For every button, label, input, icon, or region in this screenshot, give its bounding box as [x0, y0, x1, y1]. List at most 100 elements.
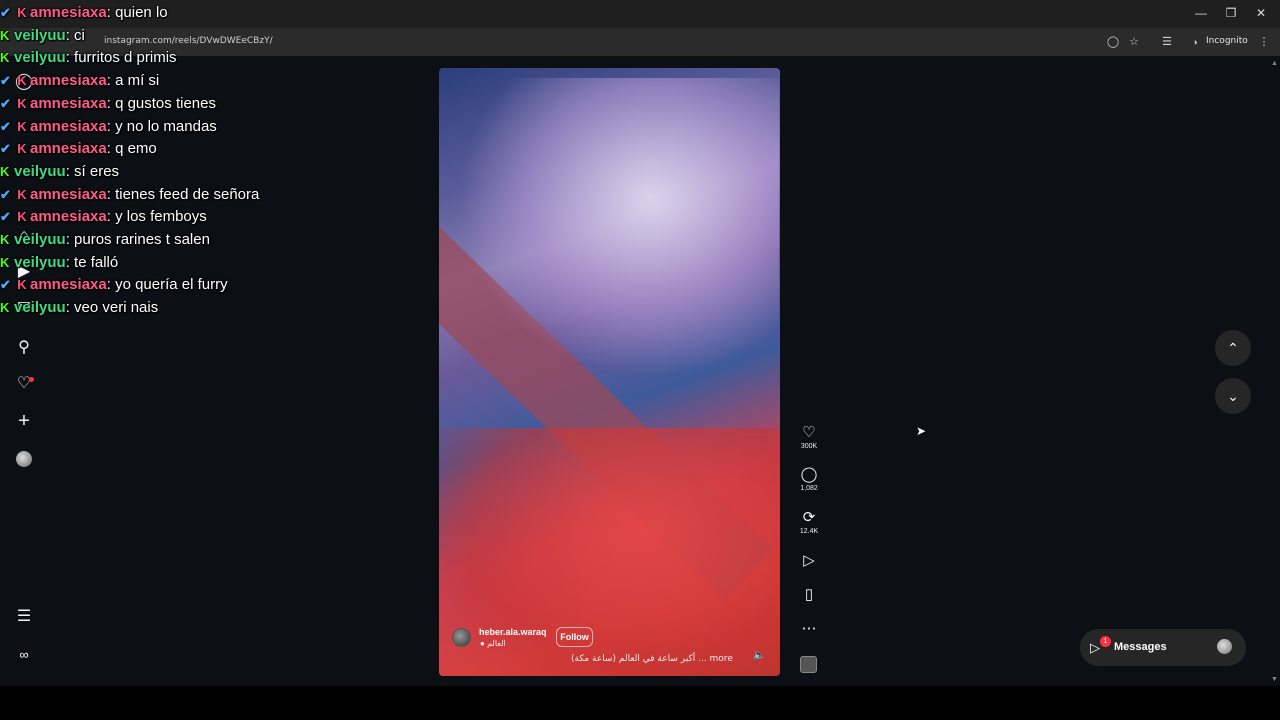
chat-message: ✔ Kamnesiaxa: y no lo mandas	[0, 116, 280, 139]
subscriber-badge-icon: K	[17, 95, 27, 111]
reel-author-username[interactable]: heber.ala.waraq	[479, 627, 547, 637]
chat-username: amnesiaxa	[30, 208, 107, 226]
chat-username: veilyuu	[14, 26, 66, 44]
taskbar	[0, 686, 1280, 720]
repost-action[interactable]: ⟳ 12.4K	[797, 509, 821, 537]
chat-message: Kveilyuu: puros rarines t salen	[0, 229, 280, 252]
chat-username: amnesiaxa	[30, 94, 107, 112]
comment-icon: ◯	[800, 466, 818, 483]
chat-text: : a mí si	[106, 72, 160, 90]
verified-badge-icon: ✔	[0, 141, 11, 157]
heart-icon: ♡	[802, 424, 816, 441]
chat-text: : y los femboys	[106, 208, 207, 226]
chat-username: veilyuu	[14, 49, 66, 67]
subscriber-badge-icon: K	[17, 5, 27, 20]
chat-message: Kveilyuu: ci	[0, 25, 280, 48]
follow-button[interactable]: Follow	[556, 627, 593, 647]
eye-off-icon[interactable]: ◯	[1105, 34, 1121, 50]
kick-badge-icon: K	[0, 50, 10, 66]
kebab-menu-icon[interactable]: ⋮	[1256, 34, 1272, 50]
reel-location[interactable]: ● العالم	[480, 639, 506, 648]
comment-action[interactable]: ◯ 1,082	[797, 466, 821, 494]
chat-username: veilyuu	[14, 231, 66, 249]
verified-badge-icon: ✔	[0, 209, 11, 225]
chat-message: Kveilyuu: te falló	[0, 252, 280, 275]
chat-username: veilyuu	[14, 253, 66, 271]
previous-reel-button[interactable]: ⌃	[1215, 330, 1251, 366]
subscriber-badge-icon: K	[17, 118, 27, 134]
chat-username: amnesiaxa	[30, 117, 107, 135]
subscriber-badge-icon: K	[17, 73, 27, 89]
chat-message: ✔ Kamnesiaxa: a mí si	[0, 70, 280, 93]
reel-caption[interactable]: أكبر ساعة في العالم (ساعة مكة) ... more	[571, 654, 733, 664]
kick-badge-icon: K	[0, 27, 10, 43]
chat-text: : yo quería el furry	[106, 276, 228, 294]
location-pin-icon: ●	[480, 639, 488, 648]
audio-thumbnail[interactable]	[800, 656, 817, 673]
bookmark-icon: ▯	[804, 586, 814, 603]
search-icon[interactable]: ⚲	[14, 338, 34, 358]
chat-text: : veo veri nais	[65, 299, 159, 317]
chevron-down-icon: ⌄	[1227, 388, 1239, 404]
chat-text: : puros rarines t salen	[65, 231, 210, 249]
chat-username: veilyuu	[14, 299, 66, 317]
star-icon[interactable]: ☆	[1126, 34, 1142, 50]
page-scrollbar[interactable]	[1269, 56, 1280, 686]
more-options[interactable]: ⋯	[797, 620, 821, 638]
meta-icon[interactable]: ∞	[14, 645, 34, 665]
incognito-icon: ◑	[1192, 37, 1198, 47]
chat-message: Kveilyuu: veo veri nais	[0, 297, 280, 320]
profile-avatar[interactable]	[16, 451, 32, 467]
chat-message: ✔ Kamnesiaxa: q gustos tienes	[0, 93, 280, 116]
chat-message: ✔ Kamnesiaxa: yo quería el furry	[0, 274, 280, 297]
chat-message: ✔ Kamnesiaxa: quien lo	[0, 2, 280, 25]
verified-badge-icon: ✔	[0, 73, 11, 89]
chat-username: amnesiaxa	[30, 140, 107, 158]
share-icon: ▷	[803, 552, 815, 569]
repost-icon: ⟳	[802, 509, 816, 526]
create-icon[interactable]: +	[14, 411, 34, 431]
chat-message: ✔ Kamnesiaxa: tienes feed de señora	[0, 184, 280, 207]
subscriber-badge-icon: K	[17, 186, 27, 202]
repost-count: 12.4K	[799, 528, 819, 535]
subscriber-badge-icon: K	[17, 209, 27, 225]
close-icon[interactable]: ✕	[1253, 5, 1269, 21]
chat-text: : quien lo	[106, 4, 168, 21]
desktop-screen: — ❐ ✕ instagram.com/reels/DVwDWEeCBzY/ ◯…	[0, 0, 1280, 686]
restore-icon[interactable]: ❐	[1223, 5, 1239, 21]
chat-username: amnesiaxa	[30, 276, 107, 294]
verified-badge-icon: ✔	[0, 277, 11, 293]
chat-username: amnesiaxa	[30, 4, 107, 21]
kick-badge-icon: K	[0, 254, 10, 270]
reel-video[interactable]	[439, 68, 780, 676]
chat-text: : y no lo mandas	[106, 117, 217, 135]
messages-label[interactable]: Messages	[1114, 641, 1167, 653]
verified-badge-icon: ✔	[0, 95, 11, 111]
reel-author-avatar[interactable]	[452, 628, 471, 647]
subscriber-badge-icon: K	[17, 277, 27, 293]
subscriber-badge-icon: K	[17, 141, 27, 157]
media-controls-icon[interactable]: ☰	[1159, 34, 1175, 50]
chat-text: : tienes feed de señora	[106, 185, 260, 203]
chat-text: : furritos d primis	[65, 49, 177, 67]
chat-message: ✔ Kamnesiaxa: y los femboys	[0, 206, 280, 229]
chat-text: : q gustos tienes	[106, 94, 216, 112]
incognito-label[interactable]: Incognito	[1206, 36, 1248, 46]
volume-icon[interactable]: 🔈	[753, 650, 765, 661]
more-menu-icon[interactable]: ☰	[14, 607, 34, 627]
minimize-icon[interactable]: —	[1193, 5, 1209, 21]
messages-avatar	[1217, 639, 1232, 654]
save-action[interactable]: ▯	[797, 586, 821, 604]
like-action[interactable]: ♡ 300K	[797, 424, 821, 452]
chat-text: : te falló	[65, 253, 119, 271]
scroll-down-arrow-icon[interactable]: ▼	[1271, 676, 1278, 683]
comment-count: 1,082	[800, 485, 818, 492]
scroll-up-arrow-icon[interactable]: ▲	[1271, 60, 1278, 67]
share-action[interactable]: ▷	[797, 552, 821, 570]
verified-badge-icon: ✔	[0, 118, 11, 134]
stream-chat-overlay: ✔ Kamnesiaxa: quien lo Kveilyuu: ci Kveilyu…	[0, 2, 280, 320]
kick-badge-icon: K	[0, 232, 10, 248]
next-reel-button[interactable]: ⌄	[1215, 378, 1251, 414]
chat-text: : sí eres	[65, 162, 120, 180]
messages-badge: 1	[1100, 636, 1111, 647]
